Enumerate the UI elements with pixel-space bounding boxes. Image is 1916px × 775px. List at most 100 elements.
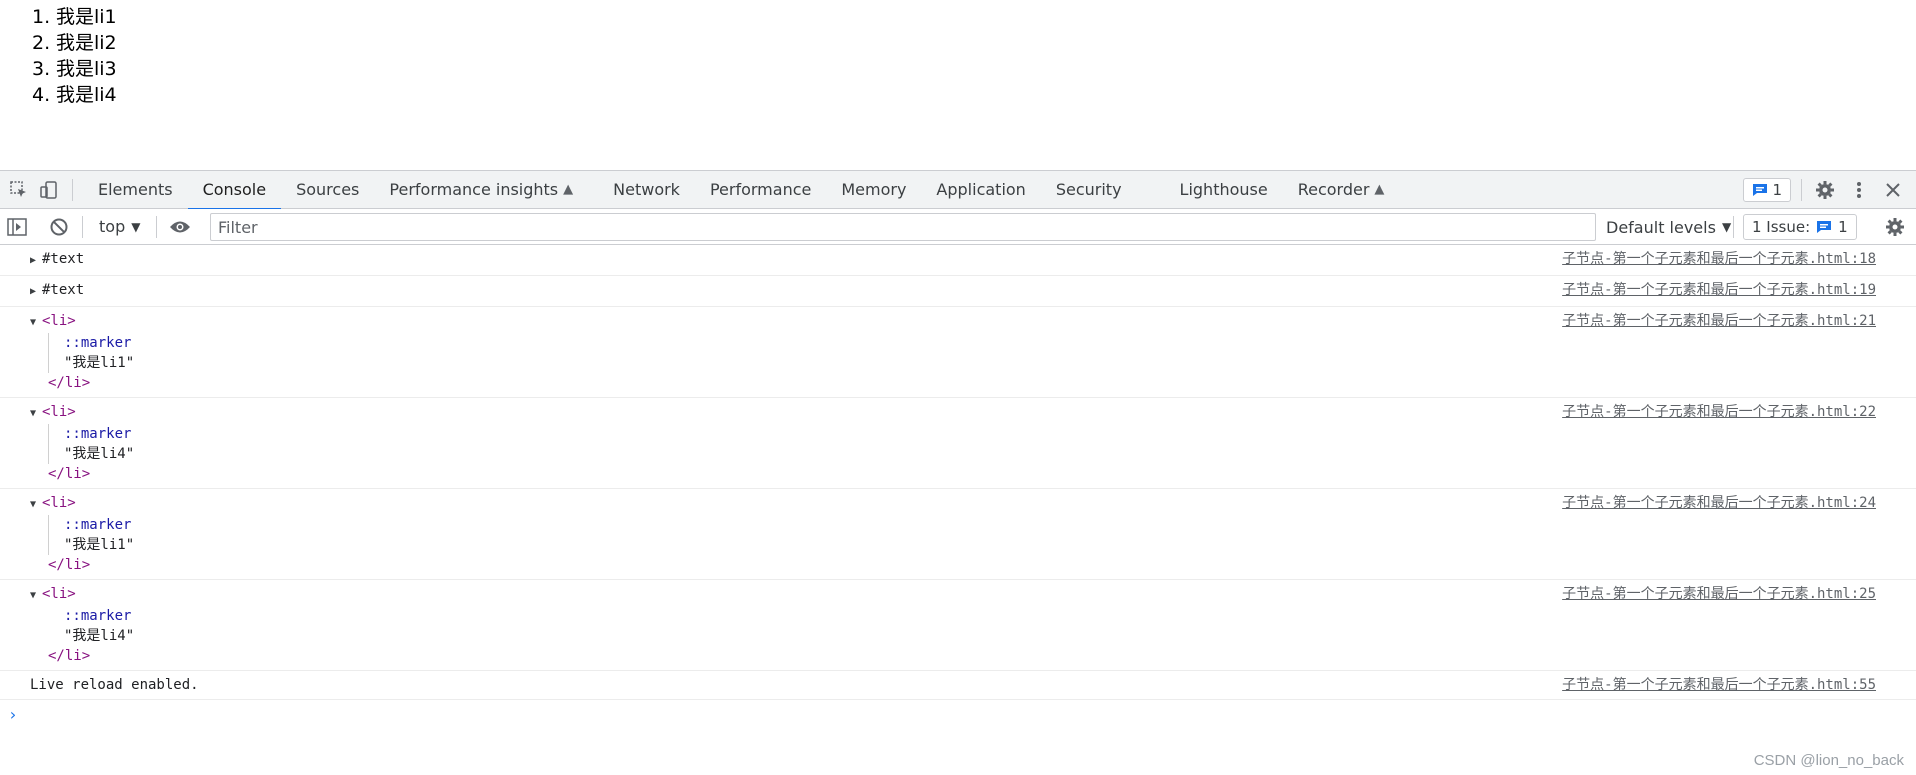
console-filter-input[interactable] xyxy=(210,213,1596,241)
flask-icon: ▲ xyxy=(563,182,574,197)
tab-elements[interactable]: Elements xyxy=(83,171,188,209)
tab-label: Memory xyxy=(841,180,907,199)
tab-application[interactable]: Application xyxy=(921,171,1040,209)
settings-gear-icon[interactable] xyxy=(1812,177,1838,203)
toolbar-divider xyxy=(156,215,158,238)
source-link[interactable]: 子节点-第一个子元素和最后一个子元素.html:25 xyxy=(1562,584,1876,604)
source-link[interactable]: 子节点-第一个子元素和最后一个子元素.html:55 xyxy=(1562,675,1876,695)
node-children: ::marker "我是li4" xyxy=(48,424,1916,464)
list-item-number: 3. xyxy=(32,58,51,80)
list-item-text: 我是li2 xyxy=(56,32,117,54)
close-tag: </li> xyxy=(48,557,91,573)
more-options-icon[interactable] xyxy=(1846,177,1872,203)
console-message[interactable]: ▼ <li> ::marker "我是li1" </li> 子节点-第一个子元素和… xyxy=(0,489,1916,580)
toolbar-divider xyxy=(1801,179,1802,201)
close-tag: </li> xyxy=(48,648,91,664)
watermark-text: CSDN @lion_no_back xyxy=(1753,752,1904,769)
tab-recorder[interactable]: Recorder ▲ xyxy=(1283,171,1400,209)
tab-memory[interactable]: Memory xyxy=(826,171,921,209)
open-tag: <li> xyxy=(42,313,76,329)
pseudo-element[interactable]: ::marker xyxy=(64,424,1916,444)
console-message[interactable]: ▶ #text 子节点-第一个子元素和最后一个子元素.html:19 xyxy=(0,276,1916,307)
list-item-number: 4. xyxy=(32,84,51,106)
close-tag: </li> xyxy=(48,466,91,482)
tab-label: Performance xyxy=(709,180,812,199)
text-node: "我是li1" xyxy=(64,355,135,371)
tab-network[interactable]: Network xyxy=(598,171,695,209)
tab-sources[interactable]: Sources xyxy=(281,171,374,209)
sidebar-toggle-icon[interactable] xyxy=(4,214,30,240)
messages-count: 1 xyxy=(1772,181,1782,199)
device-toolbar-icon[interactable] xyxy=(36,177,62,203)
console-toolbar: top ▼ Default levels ▼ 1 Issue: 1 xyxy=(0,209,1916,245)
tab-label: Performance insights xyxy=(389,180,559,199)
console-message[interactable]: ▼ <li> ::marker "我是li1" </li> 子节点-第一个子元素和… xyxy=(0,307,1916,398)
list-item-text: 我是li1 xyxy=(56,6,117,28)
source-link[interactable]: 子节点-第一个子元素和最后一个子元素.html:24 xyxy=(1562,493,1876,513)
toolbar-divider xyxy=(82,215,83,238)
list-item: 4. 我是li4 xyxy=(32,82,117,108)
pseudo-element[interactable]: ::marker xyxy=(64,606,1916,626)
issues-label: 1 Issue: xyxy=(1752,218,1811,236)
node-children: ::marker "我是li1" xyxy=(48,333,1916,373)
node-label: #text xyxy=(42,282,85,298)
tab-lighthouse[interactable]: Lighthouse xyxy=(1165,171,1283,209)
console-settings-gear-icon[interactable] xyxy=(1882,214,1908,240)
toolbar-divider xyxy=(72,178,73,201)
close-icon[interactable] xyxy=(1880,177,1906,203)
dropdown-arrow-icon: ▼ xyxy=(131,219,141,234)
dropdown-arrow-icon: ▼ xyxy=(1721,220,1732,234)
expand-triangle-icon[interactable]: ▶ xyxy=(30,282,42,302)
list-item: 2. 我是li2 xyxy=(32,30,117,56)
open-tag: <li> xyxy=(42,404,76,420)
source-link[interactable]: 子节点-第一个子元素和最后一个子元素.html:19 xyxy=(1562,280,1876,300)
list-item-number: 2. xyxy=(32,32,51,54)
source-link[interactable]: 子节点-第一个子元素和最后一个子元素.html:21 xyxy=(1562,311,1876,331)
toolbar-divider xyxy=(1733,216,1734,238)
issues-button[interactable]: 1 Issue: 1 xyxy=(1743,214,1857,240)
expand-triangle-icon[interactable]: ▶ xyxy=(30,251,42,271)
tab-label: Lighthouse xyxy=(1179,180,1268,199)
live-expression-eye-icon[interactable] xyxy=(167,214,193,240)
collapse-triangle-icon[interactable]: ▼ xyxy=(30,404,42,424)
tab-console[interactable]: Console xyxy=(187,171,282,210)
tab-performance-insights[interactable]: Performance insights ▲ xyxy=(374,171,588,209)
tab-label: Recorder xyxy=(1297,180,1370,199)
context-selector[interactable]: top ▼ xyxy=(93,217,146,236)
tab-performance[interactable]: Performance xyxy=(695,171,826,209)
tab-label: Elements xyxy=(98,180,173,199)
node-children: ::marker "我是li1" xyxy=(48,515,1916,555)
devtools-panel: Elements Console Sources Performance ins… xyxy=(0,170,1916,775)
text-node: "我是li4" xyxy=(64,446,135,462)
collapse-triangle-icon[interactable]: ▼ xyxy=(30,495,42,515)
console-prompt[interactable]: › xyxy=(0,700,1916,728)
pseudo-element[interactable]: ::marker xyxy=(64,333,1916,353)
tab-security[interactable]: Security xyxy=(1041,171,1137,209)
messages-badge-button[interactable]: 1 xyxy=(1743,178,1791,202)
console-message[interactable]: ▼ <li> ::marker "我是li4" </li> 子节点-第一个子元素和… xyxy=(0,398,1916,489)
inspect-element-icon[interactable] xyxy=(6,177,32,203)
open-tag: <li> xyxy=(42,495,76,511)
collapse-triangle-icon[interactable]: ▼ xyxy=(30,586,42,606)
page-ordered-list: 1. 我是li1 2. 我是li2 3. 我是li3 4. 我是li4 xyxy=(32,4,117,108)
tab-label: Sources xyxy=(296,180,360,199)
source-link[interactable]: 子节点-第一个子元素和最后一个子元素.html:22 xyxy=(1562,402,1876,422)
list-item-text: 我是li4 xyxy=(56,84,117,106)
collapse-triangle-icon[interactable]: ▼ xyxy=(30,313,42,333)
levels-label: Default levels xyxy=(1606,217,1716,237)
console-message[interactable]: Live reload enabled. 子节点-第一个子元素和最后一个子元素.… xyxy=(0,671,1916,700)
console-output: ▶ #text 子节点-第一个子元素和最后一个子元素.html:18 ▶ #text… xyxy=(0,245,1916,728)
text-node: "我是li1" xyxy=(64,537,135,553)
tab-label: Console xyxy=(202,180,267,199)
log-levels-dropdown[interactable]: Default levels ▼ xyxy=(1606,209,1731,245)
tab-label: Application xyxy=(936,180,1026,199)
console-message[interactable]: ▼ <li> ::marker "我是li4" </li> 子节点-第一个子元素和… xyxy=(0,580,1916,671)
node-children: ::marker "我是li4" xyxy=(48,606,1916,646)
source-link[interactable]: 子节点-第一个子元素和最后一个子元素.html:18 xyxy=(1562,249,1876,269)
list-item-number: 1. xyxy=(32,6,51,28)
console-message[interactable]: ▶ #text 子节点-第一个子元素和最后一个子元素.html:18 xyxy=(0,245,1916,276)
message-icon xyxy=(1817,221,1832,233)
clear-console-icon[interactable] xyxy=(46,214,72,240)
pseudo-element[interactable]: ::marker xyxy=(64,515,1916,535)
list-item: 3. 我是li3 xyxy=(32,56,117,82)
